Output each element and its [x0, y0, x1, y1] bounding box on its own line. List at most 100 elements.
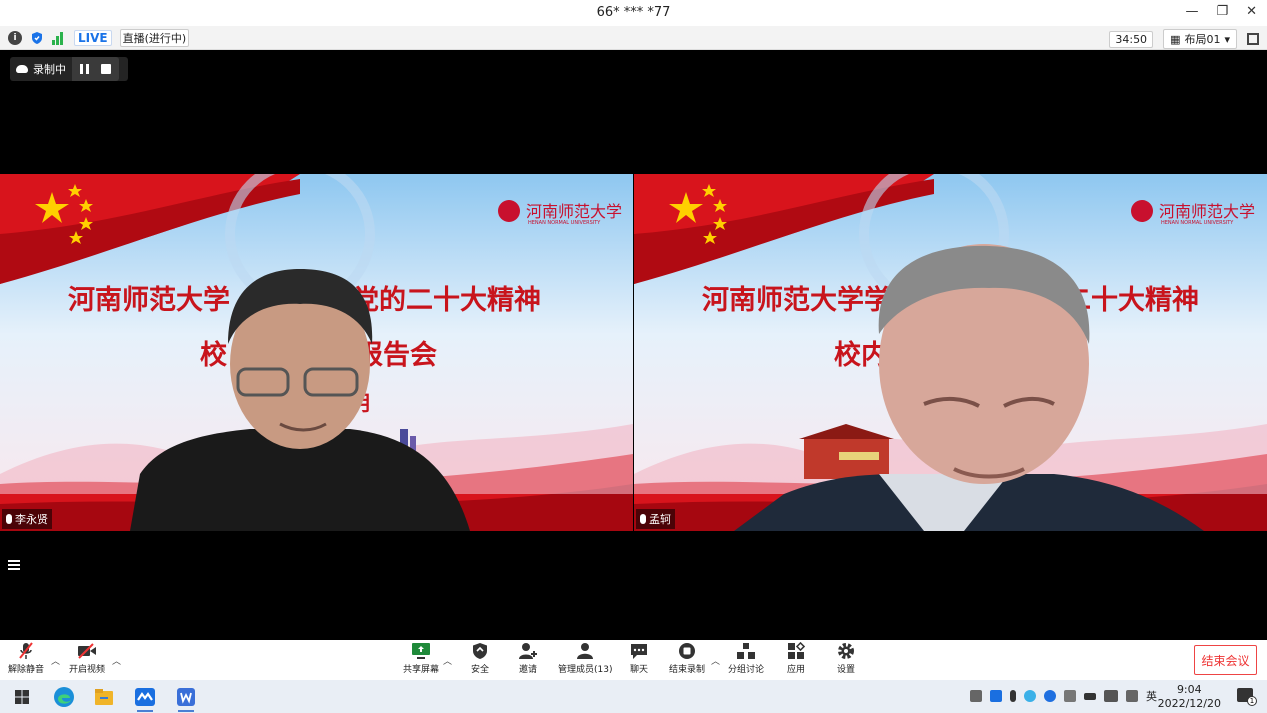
logo-subtext: HENAN NORMAL UNIVERSITY [1161, 220, 1234, 226]
title-bar: 66* *** *77 — ❐ ✕ [0, 0, 1267, 26]
record-stop-icon [677, 642, 697, 660]
video-frame: 河南师范大学 HENAN NORMAL UNIVERSITY 河南师范大学学 二… [634, 174, 1267, 531]
invite-button[interactable]: 邀请 [518, 642, 538, 675]
restore-button[interactable]: ❐ [1216, 4, 1228, 19]
live-badge[interactable]: LIVE [74, 30, 112, 46]
participant-name: 孟轲 [649, 513, 671, 526]
apps-button[interactable]: 应用 [786, 642, 806, 675]
video-tile-2[interactable]: 河南师范大学 HENAN NORMAL UNIVERSITY 河南师范大学学 二… [634, 174, 1267, 531]
layout-icon: ▦ [1170, 32, 1181, 46]
shield-icon[interactable] [30, 31, 44, 45]
end-recording-button[interactable]: 结束录制 [669, 642, 705, 675]
clock-time: 9:04 [1176, 683, 1202, 696]
chat-label: 聊天 [629, 665, 648, 675]
windows-taskbar: 英 9:04 2022/12/20 1 [0, 680, 1267, 713]
end-recording-label: 结束录制 [669, 665, 706, 675]
breakout-button[interactable]: 分组讨论 [728, 642, 764, 675]
video-tile-1[interactable]: 河南师范大学 HENAN NORMAL UNIVERSITY 河南师范大学 党的… [0, 174, 633, 531]
shield-tray-icon[interactable] [1064, 690, 1076, 702]
end-meeting-button[interactable]: 结束会议 [1194, 645, 1257, 675]
gear-icon [836, 642, 856, 660]
chat-button[interactable]: 聊天 [629, 642, 649, 675]
close-button[interactable]: ✕ [1246, 4, 1257, 19]
video-frame: 河南师范大学 HENAN NORMAL UNIVERSITY 河南师范大学 党的… [0, 174, 633, 531]
chevron-up-icon[interactable]: ︿ [443, 654, 452, 667]
participant-name-tag: 孟轲 [636, 509, 675, 529]
signal-icon[interactable] [52, 31, 66, 45]
participants-button[interactable]: 管理成员(13) [558, 642, 612, 675]
logo-text: 河南师范大学 [1159, 202, 1255, 221]
banner-line1-left: 河南师范大学 [68, 284, 230, 316]
video-off-icon [77, 642, 97, 660]
microphone-tray-icon[interactable] [1010, 690, 1016, 702]
minimize-button[interactable]: — [1185, 4, 1198, 19]
chevron-up-icon[interactable]: ︿ [112, 654, 121, 667]
chat-icon [629, 642, 649, 660]
unmute-button[interactable]: 解除静音 [8, 642, 44, 675]
list-view-icon[interactable] [8, 560, 20, 572]
clock-date: 2022/12/20 [1157, 697, 1221, 710]
edge-browser-icon[interactable] [52, 685, 76, 709]
active-app-indicator [178, 710, 194, 712]
volume-icon[interactable] [1104, 690, 1118, 702]
wps-writer-icon[interactable] [174, 685, 198, 709]
live-status[interactable]: 直播(进行中) [119, 29, 190, 47]
stop-recording-button[interactable] [101, 64, 111, 74]
banner-line1-left: 河南师范大学学 [702, 284, 891, 316]
pause-recording-button[interactable] [80, 64, 89, 74]
input-method-indicator[interactable]: 英 [1146, 688, 1157, 704]
meeting-timer: 34:50 [1109, 30, 1154, 48]
meeting-toolbar: 解除静音 ︿ 开启视频 ︿ 共享屏幕 ︿ 安全 邀请 管理成员(13) 聊天 结… [0, 640, 1267, 680]
layout-button[interactable]: ▦ 布局01 ▾ [1163, 29, 1237, 49]
bluetooth-icon[interactable] [1044, 690, 1056, 702]
chevron-up-icon[interactable]: ︿ [51, 654, 60, 667]
start-video-label: 开启视频 [69, 665, 106, 675]
security-tray-icon[interactable] [1024, 690, 1036, 702]
recording-label: 录制中 [33, 63, 66, 76]
fullscreen-icon[interactable] [1247, 33, 1259, 45]
share-screen-icon [411, 642, 431, 660]
system-tray: 英 [970, 688, 1157, 704]
tencent-meeting-tray-icon[interactable] [990, 690, 1002, 702]
chevron-up-icon[interactable]: ︿ [711, 654, 720, 667]
start-video-button[interactable]: 开启视频 [69, 642, 105, 675]
apps-icon [786, 642, 806, 660]
windows-start-icon[interactable] [10, 685, 34, 709]
banner-line2-left: 校 [200, 339, 227, 371]
settings-label: 设置 [836, 665, 855, 675]
share-screen-label: 共享屏幕 [403, 665, 440, 675]
users-icon [575, 642, 595, 660]
invite-label: 邀请 [518, 665, 537, 675]
microphone-icon [640, 514, 646, 524]
meeting-status-bar: i LIVE 直播(进行中) 34:50 ▦ 布局01 ▾ [0, 26, 1267, 50]
microphone-icon [6, 514, 12, 524]
window-title: 66* *** *77 [596, 5, 671, 20]
cloud-icon [16, 65, 28, 73]
battery-icon[interactable] [1084, 692, 1096, 700]
add-user-icon [518, 642, 538, 660]
tencent-meeting-icon[interactable] [133, 685, 157, 709]
file-explorer-icon[interactable] [92, 685, 116, 709]
university-logo-icon [498, 200, 520, 222]
active-app-indicator [137, 710, 153, 712]
apps-label: 应用 [786, 665, 805, 675]
participants-label: 管理成员(13) [558, 665, 613, 675]
settings-button[interactable]: 设置 [836, 642, 856, 675]
layout-label: 布局01 [1184, 33, 1221, 46]
info-icon[interactable]: i [8, 31, 22, 45]
university-logo-icon [1131, 200, 1153, 222]
window-controls: — ❐ ✕ [1185, 4, 1257, 19]
chevron-down-icon: ▾ [1224, 32, 1230, 46]
notification-badge: 1 [1247, 696, 1257, 706]
security-button[interactable]: 安全 [470, 642, 490, 675]
breakout-label: 分组讨论 [728, 665, 765, 675]
participant-name-tag: 李永贤 [2, 509, 52, 529]
network-icon[interactable] [1126, 690, 1138, 702]
security-shield-icon [470, 642, 490, 660]
breakout-rooms-icon [736, 642, 756, 660]
system-clock[interactable]: 9:04 2022/12/20 [1158, 683, 1221, 711]
muted-microphone-icon [16, 642, 36, 660]
participant-name: 李永贤 [15, 513, 48, 526]
device-icon[interactable] [970, 690, 982, 702]
share-screen-button[interactable]: 共享屏幕 [403, 642, 439, 675]
